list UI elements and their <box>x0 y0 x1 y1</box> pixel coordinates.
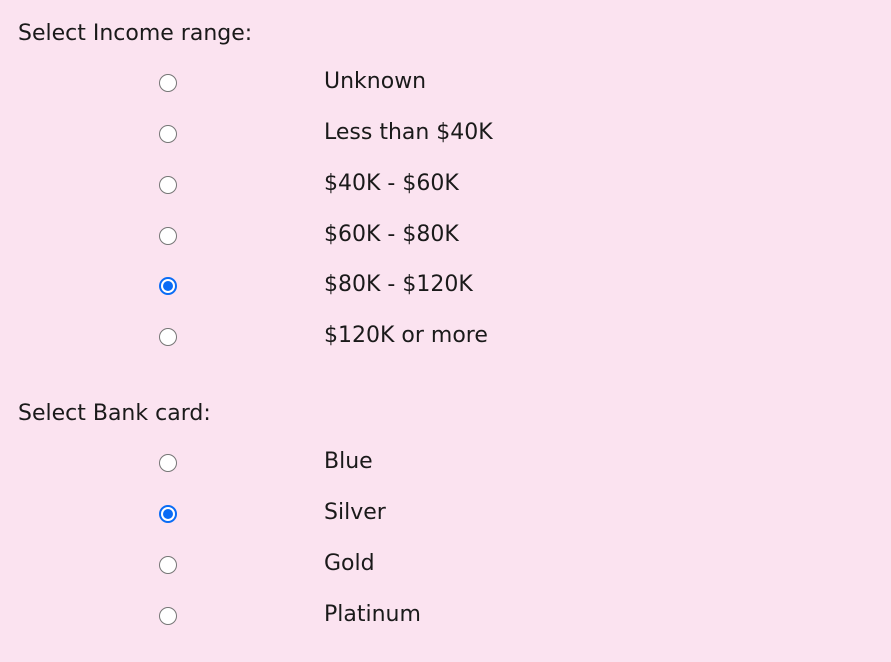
income-radio-40k-60k[interactable] <box>159 176 177 194</box>
income-option-60k-80k[interactable]: $60K - $80K <box>0 212 891 262</box>
income-label-less-than-40k[interactable]: Less than $40K <box>324 119 493 147</box>
bank-card-option-silver[interactable]: Silver <box>0 490 891 540</box>
income-radio-60k-80k[interactable] <box>159 227 177 245</box>
income-radio-unknown[interactable] <box>159 74 177 92</box>
income-radio-120k-or-more[interactable] <box>159 328 177 346</box>
bank-card-radio-blue[interactable] <box>159 454 177 472</box>
bank-card-option-blue[interactable]: Blue <box>0 439 891 489</box>
income-label-40k-60k[interactable]: $40K - $60K <box>324 170 459 198</box>
bank-card-radio-silver[interactable] <box>159 505 177 523</box>
bank-card-heading: Select Bank card: <box>18 401 211 426</box>
income-option-less-than-40k[interactable]: Less than $40K <box>0 110 891 160</box>
bank-card-label-silver[interactable]: Silver <box>324 499 386 527</box>
income-option-40k-60k[interactable]: $40K - $60K <box>0 161 891 211</box>
bank-card-label-platinum[interactable]: Platinum <box>324 601 421 629</box>
income-radio-80k-120k[interactable] <box>159 277 177 295</box>
bank-card-label-blue[interactable]: Blue <box>324 448 373 476</box>
income-label-120k-or-more[interactable]: $120K or more <box>324 322 488 350</box>
bank-card-option-platinum[interactable]: Platinum <box>0 592 891 642</box>
income-label-60k-80k[interactable]: $60K - $80K <box>324 221 459 249</box>
income-radio-less-than-40k[interactable] <box>159 125 177 143</box>
income-label-80k-120k[interactable]: $80K - $120K <box>324 271 473 299</box>
bank-card-radio-gold[interactable] <box>159 556 177 574</box>
income-label-unknown[interactable]: Unknown <box>324 68 426 96</box>
income-option-120k-or-more[interactable]: $120K or more <box>0 313 891 363</box>
bank-card-label-gold[interactable]: Gold <box>324 550 375 578</box>
income-option-80k-120k[interactable]: $80K - $120K <box>0 262 891 312</box>
bank-card-option-gold[interactable]: Gold <box>0 541 891 591</box>
bank-card-radio-platinum[interactable] <box>159 607 177 625</box>
income-range-heading: Select Income range: <box>18 21 253 46</box>
income-option-unknown[interactable]: Unknown <box>0 59 891 109</box>
